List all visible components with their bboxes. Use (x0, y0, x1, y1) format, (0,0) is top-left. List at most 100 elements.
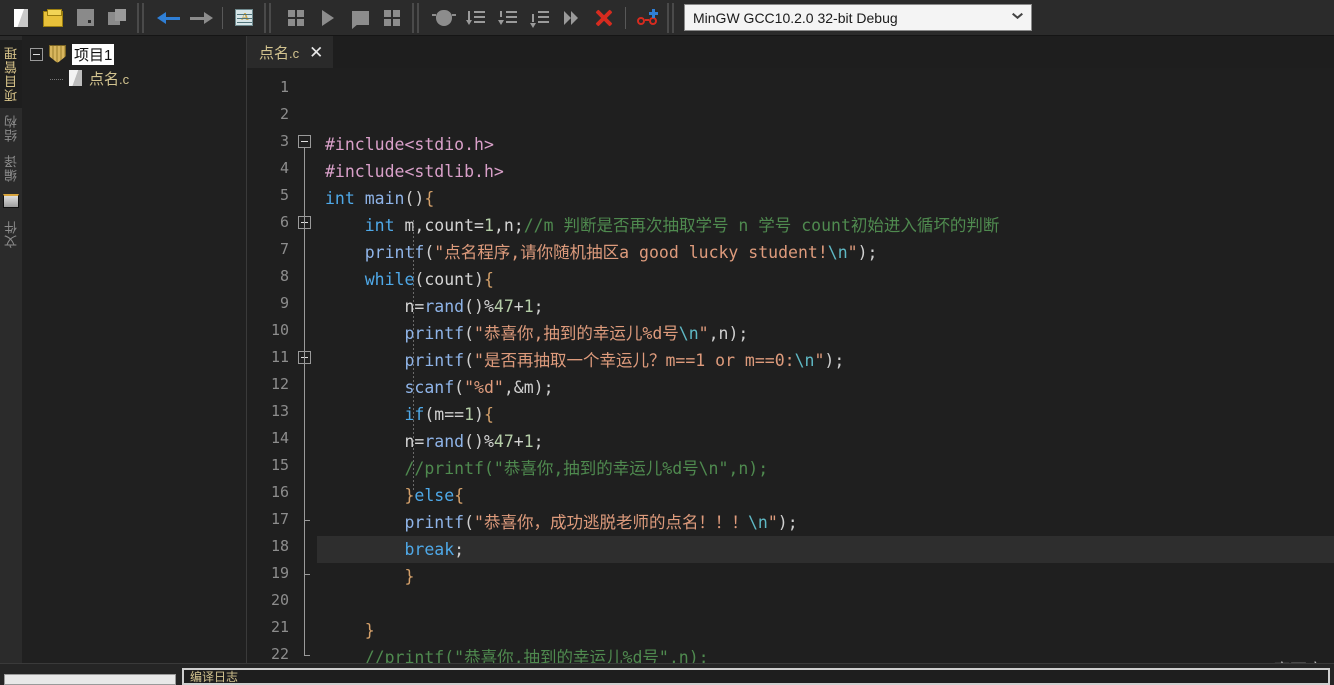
sidebar-tab-compile[interactable]: 编译 (0, 148, 24, 188)
code-line[interactable]: int m,count=1,n;//m 判断是否再次抽取学号 n 学号 coun… (317, 212, 1334, 239)
code-line[interactable]: n=rand()%47+1; (317, 293, 1334, 320)
line-number: 21 (270, 618, 289, 636)
fold-marker (295, 452, 317, 479)
code-line[interactable]: n=rand()%47+1; (317, 428, 1334, 455)
code-line[interactable]: while(count){ (317, 266, 1334, 293)
tree-row-source-file[interactable]: 点名.c (22, 66, 246, 90)
code-token-num: 1 (523, 297, 534, 316)
fold-marker[interactable] (295, 128, 317, 155)
step-out-icon[interactable] (525, 3, 555, 33)
line-number: 14 (270, 429, 289, 447)
toolbar-thin-divider (222, 6, 223, 29)
code-token-str: " (767, 513, 778, 532)
tree-row-project[interactable]: 项目1 (22, 42, 246, 66)
stop-debug-icon[interactable] (589, 3, 619, 33)
code-token-punc: ,n); (708, 324, 749, 343)
code-line[interactable] (317, 590, 1334, 617)
new-file-icon[interactable] (6, 3, 36, 33)
code-token-num: 1 (523, 432, 534, 451)
code-line[interactable]: #include<stdlib.h> (317, 158, 1334, 185)
code-token-esc: \n (747, 513, 768, 532)
code-token-fn: printf (404, 513, 465, 532)
code-token-kw: int (364, 216, 395, 235)
code-line[interactable]: }else{ (317, 482, 1334, 509)
code-token-punc: ) (474, 270, 484, 289)
close-icon[interactable]: ✕ (309, 44, 323, 61)
code-token-kw: int (325, 189, 355, 208)
toolbar-divider-3 (412, 2, 419, 33)
code-token-esc: \n (827, 243, 848, 262)
forward-icon[interactable] (186, 3, 216, 33)
save-all-icon[interactable] (102, 3, 132, 33)
code-token-str: " (698, 324, 709, 343)
code-line[interactable]: int main(){ (317, 185, 1334, 212)
code-line[interactable]: #include<stdio.h> (317, 131, 1334, 158)
format-document-icon[interactable]: A (229, 3, 259, 33)
code-token-cmt: //printf("恭喜你,抽到的幸运儿%d号\n",n); (404, 459, 769, 478)
code-line[interactable]: printf("是否再抽取一个幸运儿？m==1 or m==0:\n"); (317, 347, 1334, 374)
back-icon[interactable] (154, 3, 184, 33)
open-folder-icon[interactable] (38, 3, 68, 33)
step-over-icon[interactable] (461, 3, 491, 33)
code-editor[interactable]: 1 2 3 4 5 6 7 8 9 10 11 12 13 14 15 16 17 18 19 20 21 22 #inc… (247, 68, 1334, 685)
toolbar-divider-2 (264, 2, 271, 33)
compiler-select[interactable]: MinGW GCC10.2.0 32-bit Debug (684, 4, 1032, 31)
bottom-panel-right[interactable]: 编译日志 (182, 668, 1330, 685)
save-icon[interactable] (70, 3, 100, 33)
code-content[interactable]: #include<stdio.h> #include<stdlib.h> int m… (317, 68, 1334, 685)
code-line[interactable]: //printf("恭喜你,抽到的幸运儿%d号\n",n); (317, 455, 1334, 482)
code-token-str: " (847, 243, 858, 262)
rebuild-icon[interactable] (377, 3, 407, 33)
fold-guide-end (304, 520, 310, 521)
line-number: 7 (279, 240, 289, 258)
stop-icon[interactable] (345, 3, 375, 33)
fold-collapse-icon[interactable] (298, 135, 311, 148)
step-into-icon[interactable] (493, 3, 523, 33)
code-token-punc: ,&m); (503, 378, 554, 397)
code-folding-column[interactable] (295, 68, 317, 685)
editor-tab-dianming-c[interactable]: 点名.c ✕ (247, 36, 334, 68)
line-number: 8 (279, 267, 289, 285)
sidebar-tab-project-management[interactable]: 项目管理 (0, 40, 24, 108)
code-line[interactable]: printf("点名程序,请你随机抽区a good lucky student!… (317, 239, 1334, 266)
code-line[interactable]: } (317, 617, 1334, 644)
code-line[interactable]: scanf("%d",&m); (317, 374, 1334, 401)
bottom-panel-left[interactable] (4, 674, 176, 685)
fold-marker[interactable] (295, 209, 317, 236)
debug-bug-icon[interactable] (429, 3, 459, 33)
code-token-fn: printf (364, 243, 425, 262)
editor-tab-name: 点名 (259, 44, 290, 62)
add-watch-icon[interactable] (632, 3, 662, 33)
code-token-fn: scanf (404, 378, 455, 397)
code-line[interactable]: if(m==1){ (317, 401, 1334, 428)
main-toolbar: A MinGW GCC10.2.0 32-bit Debug (0, 0, 1334, 36)
line-number: 9 (279, 294, 289, 312)
code-line[interactable]: break; (317, 536, 1334, 563)
collapse-expander-icon[interactable] (30, 47, 43, 61)
code-token-cmt: //m 判断是否再次抽取学号 n 学号 count初始进入循坏的判断 (523, 216, 1000, 235)
sidebar-tab-structure[interactable]: 结构 (0, 108, 24, 148)
code-token-punc: ( (464, 351, 475, 370)
code-line[interactable]: } (317, 563, 1334, 590)
code-line[interactable]: printf("恭喜你,抽到的幸运儿%d号\n",n); (317, 320, 1334, 347)
line-number: 18 (270, 537, 289, 555)
build-icon[interactable] (281, 3, 311, 33)
sidebar-tab-files[interactable]: 文件 (0, 214, 24, 254)
code-line[interactable]: printf("恭喜你，成功逃脱老师的点名！！！\n"); (317, 509, 1334, 536)
code-token-str: " (814, 351, 825, 370)
code-token-pre: #include<stdlib.h> (325, 162, 504, 181)
continue-icon[interactable] (557, 3, 587, 33)
code-token-punc: ( (464, 324, 475, 343)
tree-connector-icon (50, 78, 63, 80)
code-token-kw: if (404, 405, 425, 424)
code-token-punc: (m== (424, 405, 465, 424)
fold-marker[interactable] (295, 344, 317, 371)
run-icon[interactable] (313, 3, 343, 33)
code-token-brace: } (364, 621, 375, 640)
code-token-punc: ( (464, 513, 475, 532)
compiler-select-value: MinGW GCC10.2.0 32-bit Debug (693, 9, 898, 26)
